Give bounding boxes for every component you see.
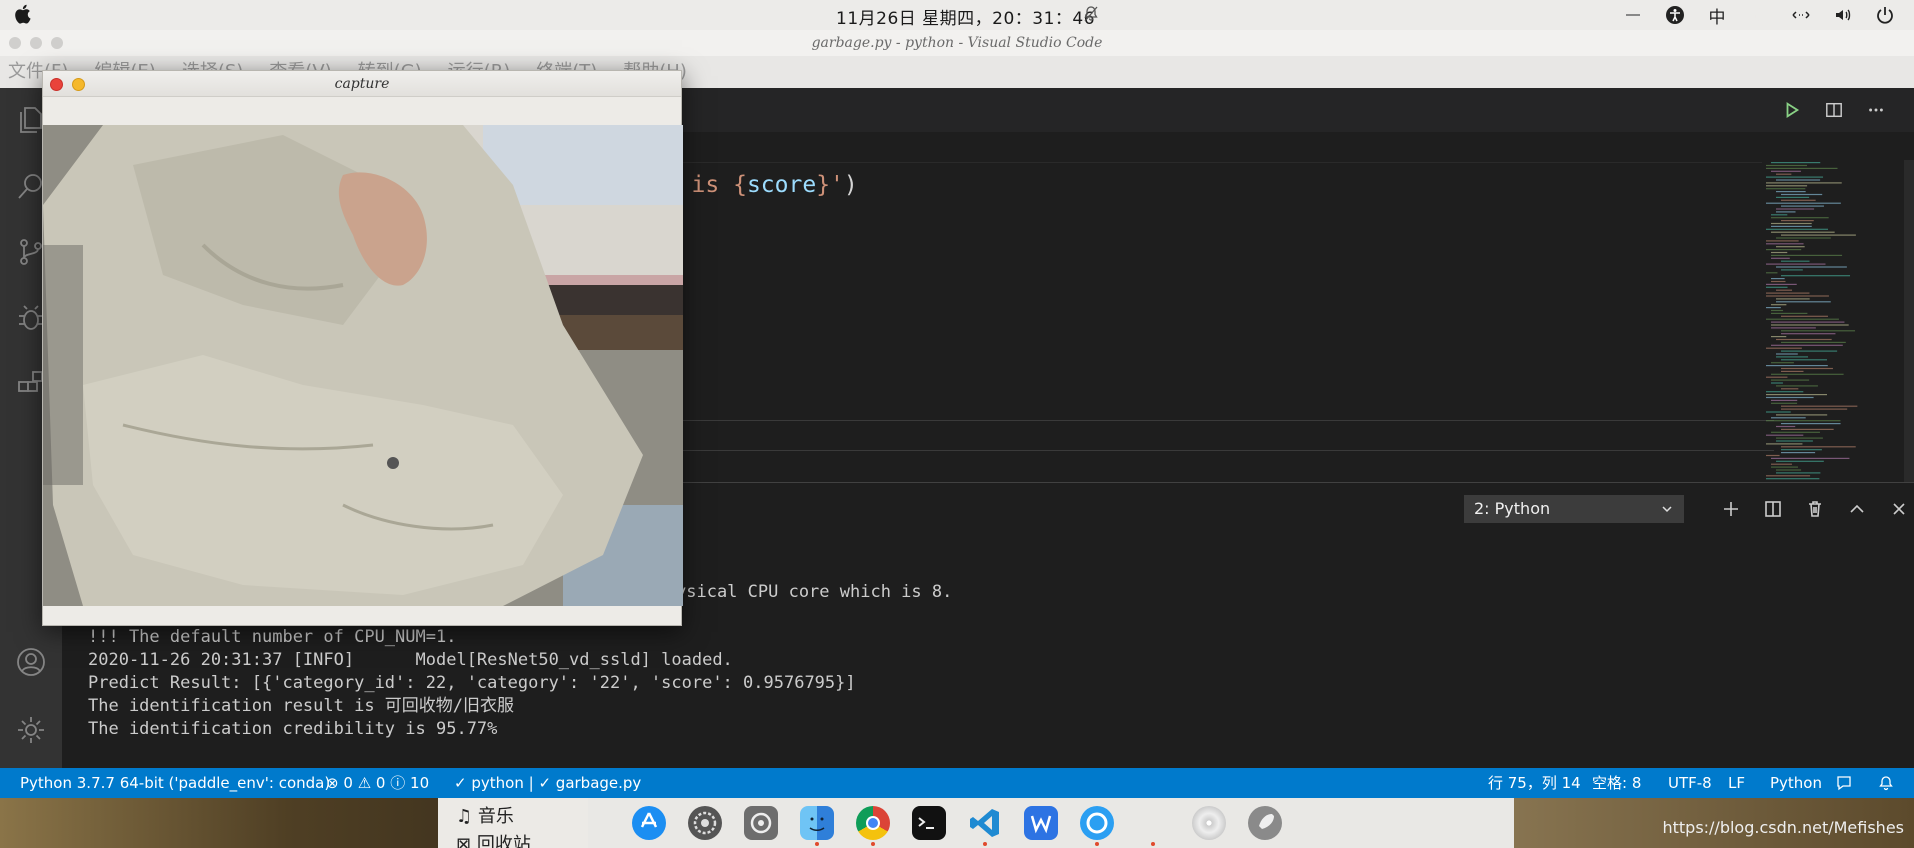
vscode-close-button[interactable] — [9, 37, 21, 49]
watermark-text: https://blog.csdn.net/Mefishes — [1662, 818, 1904, 837]
camera-frame — [43, 125, 683, 606]
capture-minimize-button[interactable] — [72, 78, 85, 91]
places-panel: ♫ 音乐 ⊠ 回收站 — [438, 798, 588, 848]
editor-scrollbar[interactable] — [1904, 160, 1914, 490]
vscode-window-title: garbage.py - python - Visual Studio Code — [811, 35, 1103, 51]
maximize-panel-icon[interactable] — [1836, 493, 1878, 525]
cursor-position[interactable]: 行 75，列 14 — [1488, 768, 1581, 798]
terminal-line: !!! The default number of CPU_NUM=1. — [88, 627, 457, 647]
status-bar: Python 3.7.7 64-bit ('paddle_env': conda… — [0, 768, 1914, 798]
vscode-minimize-button[interactable] — [30, 37, 42, 49]
input-method-indicator[interactable]: 中 — [1696, 0, 1738, 30]
power-icon[interactable] — [1864, 0, 1906, 30]
more-actions-icon[interactable] — [1866, 100, 1886, 120]
chrome-icon[interactable] — [856, 806, 890, 840]
close-panel-icon[interactable] — [1878, 493, 1914, 525]
status-check-python[interactable]: ✓ python | ✓ garbage.py — [454, 768, 641, 798]
menubar-clock[interactable]: 11月26日 星期四，20：31：46 — [836, 4, 1095, 29]
notification-muted-icon[interactable] — [1084, 6, 1098, 22]
split-terminal-icon[interactable] — [1752, 493, 1794, 525]
system-menubar: 11月26日 星期四，20：31：46 中 — [0, 0, 1914, 30]
problems-indicator[interactable]: ⊗ 0 ⚠ 0 ⓘ 10 — [326, 768, 429, 798]
music-note-icon: ♫ — [456, 806, 473, 827]
terminal-line: Predict Result: [{'category_id': 22, 'ca… — [88, 673, 856, 693]
launchpad-icon[interactable] — [688, 806, 722, 840]
minimap[interactable] — [1762, 160, 1902, 490]
indentation[interactable]: 空格: 8 — [1592, 768, 1641, 798]
camera-frame-image — [43, 125, 683, 606]
settings-gear-icon[interactable] — [11, 710, 51, 750]
run-python-file-icon[interactable] — [1782, 100, 1802, 120]
system-settings-icon[interactable] — [744, 806, 778, 840]
language-mode[interactable]: Python — [1770, 768, 1822, 798]
terminal-app-icon[interactable] — [912, 806, 946, 840]
feedback-icon[interactable] — [1836, 768, 1852, 798]
info-icon: ⓘ — [390, 774, 406, 792]
notifications-bell-icon[interactable] — [1878, 768, 1894, 798]
disc-icon[interactable] — [1192, 806, 1226, 840]
apple-icon[interactable] — [14, 4, 31, 24]
chevron-down-icon — [1662, 506, 1672, 513]
volume-icon[interactable] — [1822, 0, 1864, 30]
encoding[interactable]: UTF-8 — [1668, 768, 1712, 798]
terminal-line: The identification credibility is 95.77% — [88, 719, 498, 739]
terminal-line: 2020-11-26 20:31:37 [INFO] Model[ResNet5… — [88, 650, 733, 670]
capture-toolbar — [43, 97, 681, 125]
network-icon[interactable] — [1780, 0, 1822, 30]
trash-item[interactable]: ⊠ 回收站 — [456, 830, 531, 848]
warning-icon: ⚠ — [357, 774, 372, 792]
terminal-line: ysical CPU core which is 8. — [676, 582, 953, 602]
vscode-zoom-button[interactable] — [51, 37, 63, 49]
capture-title-bar[interactable]: capture — [43, 71, 681, 97]
rocket-launcher-icon[interactable] — [1248, 806, 1282, 840]
wps-icon[interactable] — [1024, 806, 1058, 840]
kill-terminal-icon[interactable] — [1794, 493, 1836, 525]
terminal-line: The identification result is 可回收物/旧衣服 — [88, 696, 515, 716]
python-interpreter[interactable]: Python 3.7.7 64-bit ('paddle_env': conda… — [20, 768, 330, 798]
night-mode-icon[interactable] — [1738, 0, 1780, 30]
accessibility-icon[interactable] — [1654, 0, 1696, 30]
vscode-app-icon[interactable] — [968, 806, 1002, 840]
capture-status-bar — [43, 606, 681, 625]
check-icon: ✓ — [454, 774, 467, 792]
capture-close-button[interactable] — [50, 78, 63, 91]
app-store-icon[interactable] — [632, 806, 666, 840]
check-icon: ✓ — [538, 774, 552, 792]
end-of-line[interactable]: LF — [1728, 768, 1745, 798]
new-terminal-icon[interactable] — [1710, 493, 1752, 525]
terminal-select[interactable]: 2: Python — [1464, 495, 1684, 523]
browser-app-icon[interactable] — [1080, 806, 1114, 840]
music-item[interactable]: ♫ 音乐 — [456, 802, 514, 828]
vscode-title-bar: garbage.py - python - Visual Studio Code — [0, 30, 1914, 56]
finder-icon[interactable] — [800, 806, 834, 840]
split-editor-icon[interactable] — [1824, 100, 1844, 120]
trash-icon: ⊠ — [456, 834, 472, 848]
minimize-indicator-icon[interactable] — [1612, 0, 1654, 30]
capture-window[interactable]: capture — [42, 70, 683, 626]
error-icon: ⊗ — [326, 774, 339, 792]
account-icon[interactable] — [11, 642, 51, 682]
